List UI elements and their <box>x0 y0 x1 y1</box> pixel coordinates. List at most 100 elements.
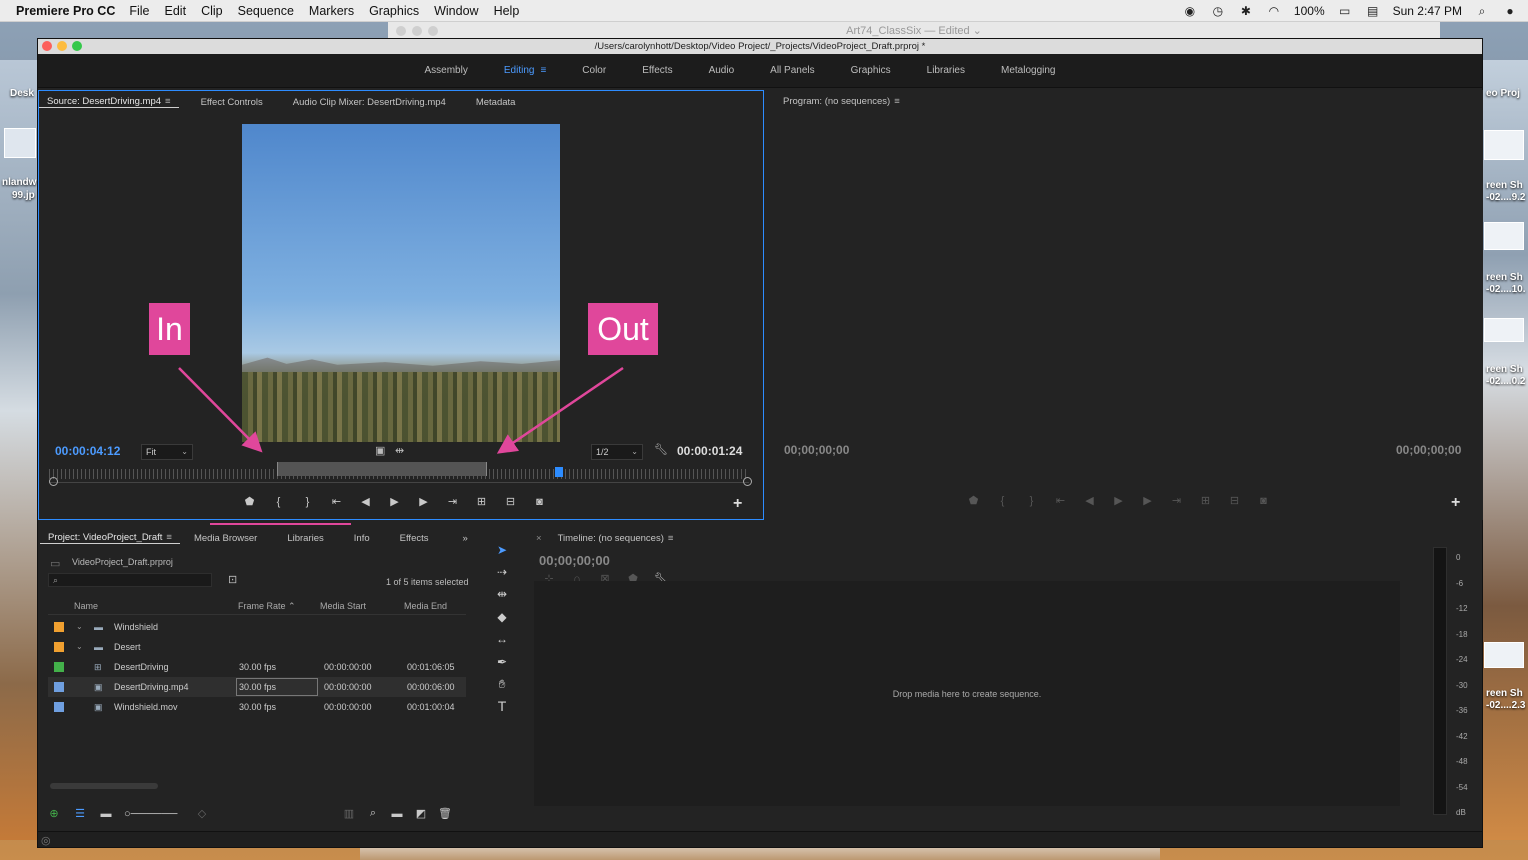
menu-markers[interactable]: Markers <box>309 4 354 18</box>
selection-tool-icon[interactable]: ➤ <box>493 541 511 559</box>
automate-to-sequence-icon[interactable]: ▥ <box>340 807 358 820</box>
desktop-file-thumbnail[interactable] <box>1484 130 1524 160</box>
play-icon[interactable]: ▶︎ <box>380 495 409 508</box>
icon-view-icon[interactable]: ▬ <box>98 808 114 820</box>
desktop-label[interactable]: nlandw <box>2 177 36 188</box>
siri-icon[interactable]: ● <box>1502 4 1518 18</box>
overwrite-icon[interactable]: ⊟ <box>496 495 525 508</box>
desktop-label[interactable]: eo Proj <box>1486 88 1520 99</box>
menubar-clock[interactable]: Sun 2:47 PM <box>1393 4 1462 18</box>
close-window-button[interactable] <box>42 41 52 51</box>
desktop-label[interactable]: -02....2.3 <box>1486 700 1525 711</box>
app-menu[interactable]: Premiere Pro CC <box>16 4 115 18</box>
workspace-all-panels[interactable]: All Panels <box>752 65 832 76</box>
insert-overwrite-icon[interactable]: ▣ <box>375 444 385 457</box>
desktop-label[interactable]: -02....9.2 <box>1486 192 1525 203</box>
timeline-timecode[interactable]: 00;00;00;00 <box>539 553 610 568</box>
project-search-input[interactable]: ⌕ <box>48 573 212 587</box>
timeline-track-area[interactable]: Drop media here to create sequence. <box>534 581 1400 806</box>
step-back-icon[interactable]: ◀︎ <box>1075 494 1104 507</box>
pen-tool-icon[interactable]: ✒ <box>493 653 511 671</box>
tab-media-browser[interactable]: Media Browser <box>186 533 265 544</box>
go-to-out-icon[interactable]: ⇥ <box>438 495 467 508</box>
type-tool-icon[interactable]: T <box>493 697 511 715</box>
column-frame-rate[interactable]: Frame Rate ⌃ <box>238 601 296 612</box>
workspace-assembly[interactable]: Assembly <box>407 65 486 76</box>
desktop-label[interactable]: Desk <box>10 88 34 99</box>
list-view-icon[interactable]: ☰ <box>72 807 88 820</box>
source-playhead-timecode[interactable]: 00:00:04:12 <box>55 444 120 458</box>
slip-tool-icon[interactable]: ↔ <box>493 630 511 648</box>
project-item-row[interactable]: ▣ Windshield.mov 30.00 fps 00:00:00:00 00:01… <box>48 697 466 717</box>
hand-tool-icon[interactable]: ✋︎ <box>493 675 511 693</box>
desktop-label[interactable]: -02....0.2 <box>1486 376 1525 387</box>
project-item-row[interactable]: ⌄ ▬ Desert <box>48 637 466 657</box>
zoom-handle-right[interactable] <box>743 477 752 486</box>
workspace-effects[interactable]: Effects <box>624 65 690 76</box>
project-item-row[interactable]: ⊞ DesertDriving 30.00 fps 00:00:00:00 00:01:… <box>48 657 466 677</box>
overflow-tabs-icon[interactable]: » <box>455 533 476 544</box>
tab-source[interactable]: Source: DesertDriving.mp4 ≡ <box>39 96 179 108</box>
time-machine-icon[interactable]: ◷ <box>1210 4 1226 18</box>
tab-info[interactable]: Info <box>346 533 378 544</box>
play-icon[interactable]: ▶︎ <box>1104 494 1133 507</box>
extract-icon[interactable]: ⊟ <box>1220 494 1249 507</box>
menu-clip[interactable]: Clip <box>201 4 223 18</box>
in-out-range[interactable] <box>277 462 487 476</box>
go-to-out-icon[interactable]: ⇥ <box>1162 494 1191 507</box>
desktop-file-thumbnail[interactable] <box>4 128 36 158</box>
column-media-start[interactable]: Media Start <box>320 601 366 611</box>
program-playhead-timecode[interactable]: 00;00;00;00 <box>784 443 849 457</box>
mark-out-icon[interactable]: } <box>293 496 322 508</box>
new-bin-icon[interactable]: ▬ <box>388 808 406 820</box>
workspace-menu-icon[interactable]: ≡ <box>540 65 546 76</box>
workspace-editing[interactable]: Editing ≡ <box>486 65 564 76</box>
desktop-file-thumbnail[interactable] <box>1484 318 1524 342</box>
tab-libraries[interactable]: Libraries <box>279 533 331 544</box>
label-color-swatch[interactable] <box>54 622 64 632</box>
project-horizontal-scrollbar[interactable] <box>50 783 158 789</box>
step-forward-icon[interactable]: ▶︎ <box>1133 494 1162 507</box>
tab-effects[interactable]: Effects <box>392 533 437 544</box>
lock-icon[interactable]: ⊕ <box>46 807 62 820</box>
step-back-icon[interactable]: ◀︎ <box>351 495 380 508</box>
add-marker-icon[interactable]: ⬟ <box>235 495 264 508</box>
spotlight-icon[interactable]: ⌕ <box>1474 4 1490 18</box>
panel-menu-icon[interactable]: ≡ <box>894 96 900 107</box>
tab-program[interactable]: Program: (no sequences) ≡ <box>775 96 908 107</box>
menu-window[interactable]: Window <box>434 4 478 18</box>
tab-project[interactable]: Project: VideoProject_Draft ≡ <box>40 532 180 544</box>
button-editor-plus-icon[interactable]: + <box>733 495 742 513</box>
menu-help[interactable]: Help <box>494 4 520 18</box>
desktop-file-thumbnail[interactable] <box>1484 642 1524 668</box>
dock[interactable] <box>360 848 1160 860</box>
track-select-tool-icon[interactable]: ⇢ <box>493 563 511 581</box>
razor-tool-icon[interactable]: ◆ <box>493 608 511 626</box>
menu-graphics[interactable]: Graphics <box>369 4 419 18</box>
menu-sequence[interactable]: Sequence <box>238 4 294 18</box>
tab-metadata[interactable]: Metadata <box>468 97 524 108</box>
label-color-swatch[interactable] <box>54 642 64 652</box>
menu-edit[interactable]: Edit <box>165 4 187 18</box>
audio-meter-bar[interactable] <box>1433 547 1447 815</box>
render-status-icon[interactable]: ◎ <box>41 834 51 847</box>
project-item-row[interactable]: ▣ DesertDriving.mp4 30.00 fps 00:00:00:00 00… <box>48 677 466 697</box>
menu-file[interactable]: File <box>129 4 149 18</box>
label-color-swatch[interactable] <box>54 702 64 712</box>
desktop-label[interactable]: reen Sh <box>1486 272 1523 283</box>
item-frame-rate[interactable]: 30.00 fps <box>236 678 318 696</box>
export-frame-icon[interactable]: ◙ <box>1249 495 1278 507</box>
desktop-label[interactable]: 99.jp <box>12 190 35 201</box>
minimize-window-button[interactable] <box>57 41 67 51</box>
zoom-slider[interactable]: ○────── <box>124 808 184 820</box>
battery-percent[interactable]: 100% <box>1294 4 1325 18</box>
workspace-color[interactable]: Color <box>564 65 624 76</box>
panel-menu-icon[interactable]: ≡ <box>166 532 172 543</box>
project-item-row[interactable]: ⌄ ▬ Windshield <box>48 617 466 637</box>
label-color-swatch[interactable] <box>54 662 64 672</box>
desktop-label[interactable]: reen Sh <box>1486 180 1523 191</box>
desktop-label[interactable]: reen Sh <box>1486 688 1523 699</box>
zoom-scrollbar[interactable] <box>49 482 749 483</box>
mark-in-icon[interactable]: { <box>988 495 1017 507</box>
ripple-edit-tool-icon[interactable]: ⇹ <box>493 585 511 603</box>
